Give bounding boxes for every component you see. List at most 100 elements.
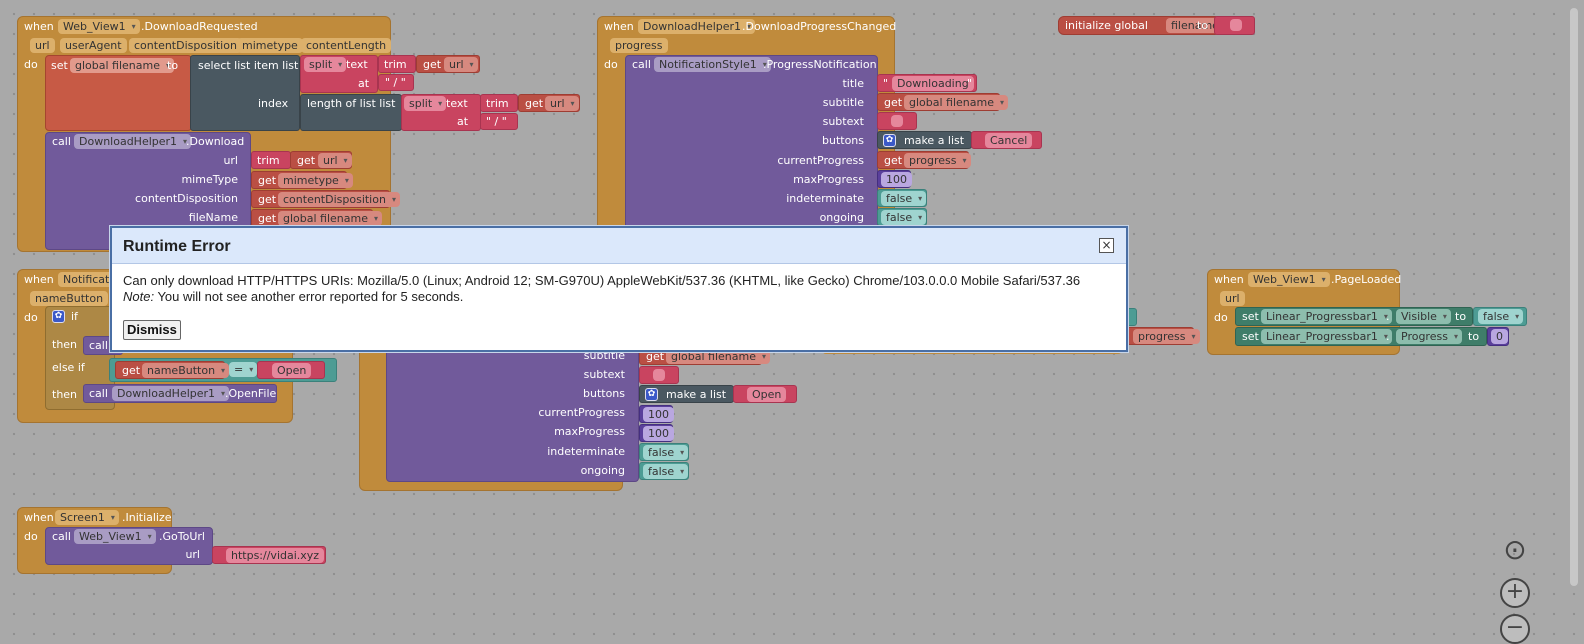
progressbar-pill-2[interactable]: Linear_Progressbar1 <box>1261 329 1392 344</box>
param-contentdisposition[interactable]: contentDisposition <box>129 38 242 53</box>
get-progress-partial[interactable]: progress <box>1120 327 1200 345</box>
zero-value[interactable]: 0 <box>1491 329 1508 344</box>
slash-string-1[interactable]: " / " <box>378 74 414 91</box>
split-block-1[interactable]: split text at <box>300 55 378 93</box>
cancel-text[interactable]: Cancel <box>985 133 1033 148</box>
component-pill-wv[interactable]: Web_View1 <box>74 529 156 544</box>
split-dropdown[interactable]: split <box>304 57 347 72</box>
param-progress[interactable]: progress <box>610 38 668 53</box>
dismiss-button[interactable]: Dismiss <box>123 320 181 340</box>
compare-block[interactable]: getnameButton = Open <box>109 358 337 382</box>
param-url-7[interactable]: url <box>1220 291 1245 306</box>
get-gfn-block-2[interactable]: get global filename <box>877 93 1008 111</box>
get-gfn-block[interactable]: get global filename <box>251 209 382 227</box>
component-pill-2[interactable]: DownloadHelper1 <box>638 19 756 34</box>
downloading-text[interactable]: Downloading <box>892 76 974 91</box>
namebutton-pill[interactable]: nameButton <box>142 363 230 378</box>
open-string-1[interactable]: Open <box>257 361 325 379</box>
trim-block-3[interactable]: trim <box>251 151 291 169</box>
visible-false[interactable]: false <box>1473 307 1527 326</box>
max-progress-number[interactable]: 100 <box>877 170 912 188</box>
progress-prop[interactable]: Progress <box>1396 329 1462 344</box>
component-pill-8[interactable]: Screen1 <box>55 510 119 525</box>
progressbar-pill[interactable]: Linear_Progressbar1 <box>1261 309 1392 324</box>
ongoing-false-2[interactable]: false <box>639 462 689 480</box>
set-global-filename-block[interactable]: set global filename to <box>45 55 192 131</box>
false-dropdown-5[interactable]: false <box>1478 309 1524 324</box>
indeterminate-false-2[interactable]: false <box>639 443 689 461</box>
url-pill[interactable]: url <box>444 57 478 72</box>
zoom-in-icon[interactable]: + <box>1500 578 1530 608</box>
make-a-list-block[interactable]: ✿ make a list <box>877 131 972 149</box>
open-text-2[interactable]: Open <box>747 387 787 402</box>
set-visible-block[interactable]: set Linear_Progressbar1 . Visible to <box>1235 307 1473 326</box>
max-value[interactable]: 100 <box>881 172 912 187</box>
variable-pill[interactable]: global filename <box>70 58 174 73</box>
get-url-block-1[interactable]: get url <box>416 55 480 73</box>
make-a-list-block-2[interactable]: ✿ make a list <box>639 385 734 403</box>
indeterminate-false[interactable]: false <box>877 189 927 207</box>
split-dropdown-2[interactable]: split <box>404 96 447 111</box>
call-progress-notification[interactable]: call NotificationStyle1 .ProgressNotific… <box>625 55 878 233</box>
param-contentlength[interactable]: contentLength <box>301 38 392 53</box>
open-string-2[interactable]: Open <box>733 385 797 403</box>
open-text-1[interactable]: Open <box>272 363 312 378</box>
length-of-list-block[interactable]: length of list list <box>300 94 402 131</box>
empty-string-2[interactable] <box>639 366 679 384</box>
empty-text[interactable] <box>891 115 903 127</box>
param-mimetype[interactable]: mimetype <box>237 38 303 53</box>
empty-text-3[interactable] <box>653 369 665 381</box>
component-pill-ns[interactable]: NotificationStyle1 <box>654 57 771 72</box>
empty-string-init[interactable] <box>1214 16 1255 35</box>
initialize-global-block[interactable]: initialize global filename to <box>1058 16 1224 35</box>
ongoing-false[interactable]: false <box>877 208 927 226</box>
select-list-item-block[interactable]: select list item list index <box>190 55 300 131</box>
call-progress-notification-2[interactable]: subtitle subtext buttons currentProgress… <box>386 340 639 482</box>
url-pill-3[interactable]: url <box>318 153 352 168</box>
equals-dropdown[interactable]: = <box>229 362 258 377</box>
false-dropdown-3[interactable]: false <box>643 445 689 460</box>
component-pill-dh2[interactable]: DownloadHelper1 <box>112 386 230 401</box>
vertical-scrollbar[interactable] <box>1570 8 1578 586</box>
gfn-pill[interactable]: global filename <box>278 211 382 226</box>
url-pill-2[interactable]: url <box>545 96 579 111</box>
split-block-2[interactable]: split text at <box>401 94 481 131</box>
set-progress-block[interactable]: set Linear_Progressbar1 . Progress to <box>1235 327 1487 346</box>
trim-block-2[interactable]: trim <box>480 94 518 112</box>
call-gotourl-block[interactable]: call Web_View1 .GoToUrl url <box>45 527 213 565</box>
close-icon[interactable]: × <box>1099 238 1114 253</box>
progress-pill-2[interactable]: progress <box>1133 329 1200 344</box>
get-url-block-2[interactable]: get url <box>518 94 580 112</box>
param-useragent[interactable]: userAgent <box>60 38 127 53</box>
empty-string-1[interactable] <box>877 112 917 130</box>
get-namebutton-block[interactable]: get nameButton <box>115 361 230 379</box>
progress-zero[interactable]: 0 <box>1487 327 1509 346</box>
empty-text-2[interactable] <box>1230 19 1242 31</box>
false-dropdown-4[interactable]: false <box>643 464 689 479</box>
gear-icon[interactable]: ✿ <box>883 134 896 147</box>
cd-pill[interactable]: contentDisposition <box>278 192 400 207</box>
cur-value[interactable]: 100 <box>643 407 674 422</box>
cancel-string[interactable]: Cancel <box>971 131 1042 149</box>
gear-icon-3[interactable]: ✿ <box>645 388 658 401</box>
get-url-block-3[interactable]: get url <box>290 151 352 169</box>
trim-block-1[interactable]: trim <box>378 55 416 73</box>
max-progress-number-2[interactable]: 100 <box>639 424 674 442</box>
downloading-string[interactable]: " Downloading " <box>877 74 977 92</box>
url-text[interactable]: https://vidai.xyz <box>226 548 325 563</box>
call-openfile-block[interactable]: call DownloadHelper1 .OpenFile <box>83 384 277 403</box>
gfn-pill-2[interactable]: global filename <box>904 95 1008 110</box>
component-pill-7[interactable]: Web_View1 <box>1248 272 1330 287</box>
mimetype-pill[interactable]: mimetype <box>278 173 353 188</box>
progress-pill[interactable]: progress <box>904 153 971 168</box>
center-icon[interactable]: ⊙ <box>1500 536 1530 566</box>
component-pill-dh[interactable]: DownloadHelper1 <box>74 134 192 149</box>
max-value-2[interactable]: 100 <box>643 426 674 441</box>
component-pill[interactable]: Web_View1 <box>58 19 140 34</box>
gear-icon-2[interactable]: ✿ <box>52 310 65 323</box>
get-mimetype-block[interactable]: get mimetype <box>251 171 353 189</box>
slash-string-2[interactable]: " / " <box>480 113 518 130</box>
visible-prop[interactable]: Visible <box>1396 309 1451 324</box>
zoom-out-icon[interactable]: − <box>1500 614 1530 644</box>
false-dropdown-2[interactable]: false <box>881 210 927 225</box>
